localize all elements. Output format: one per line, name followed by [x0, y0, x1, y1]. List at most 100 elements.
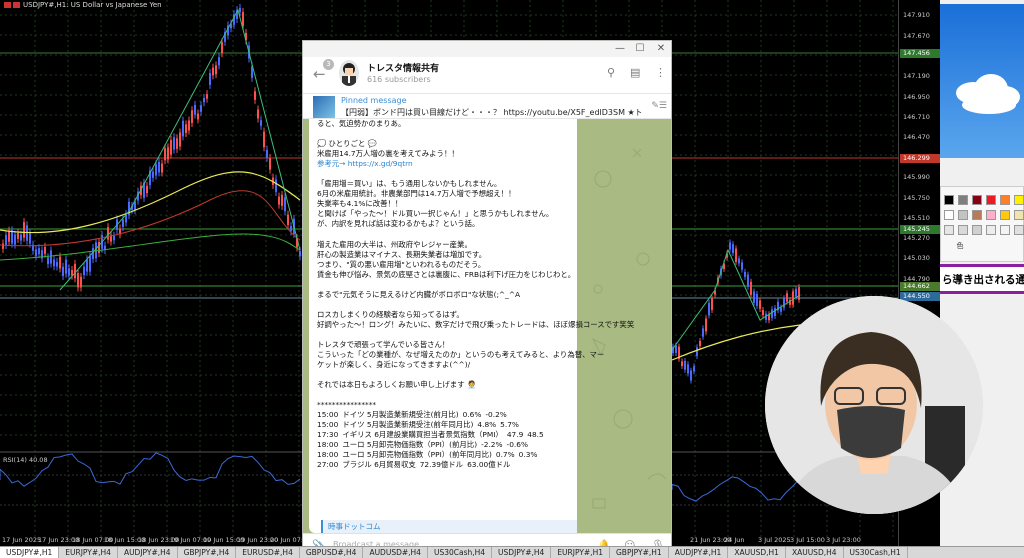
color-swatch[interactable] — [944, 195, 954, 205]
candle-body — [164, 148, 166, 161]
color-swatch[interactable] — [1000, 225, 1010, 235]
symbol-tab[interactable]: XAUUSD,H4 — [786, 547, 844, 558]
color-swatch[interactable] — [958, 210, 968, 220]
symbol-tab[interactable]: GBPJPY#,H1 — [610, 547, 669, 558]
candle-body — [738, 258, 740, 264]
candle-body — [690, 370, 692, 381]
candle-body — [278, 196, 280, 205]
symbol-tab[interactable]: AUDJPY#,H4 — [118, 547, 178, 558]
schedule-v2: 63.00億ドル — [467, 460, 511, 470]
message-body: ると、気迫勢かのまりあ。 💭 ひとりごと 💬 米雇用14.7万人増の裏を考えてみよ… — [317, 119, 634, 410]
palette-label: 色 — [956, 242, 964, 250]
date-label: 3 Jul 2025 — [758, 536, 791, 544]
color-swatch[interactable] — [1014, 225, 1024, 235]
color-swatch[interactable] — [972, 225, 982, 235]
symbol-tab[interactable]: EURJPY#,H1 — [551, 547, 610, 558]
telegram-window: — ☐ ✕ ← 3 トレスタ情報共有 616 subscribers ⚲ ▤ ⋮ — [302, 40, 672, 558]
color-swatch[interactable] — [1014, 210, 1024, 220]
message-line: ロスカしまくりの経験者なら知ってるはず。 — [317, 309, 464, 319]
color-swatch[interactable] — [958, 225, 968, 235]
message-line: と聞けば「やった〜！ドル買い一択じゃん！」と思うかもしれません。 — [317, 209, 554, 219]
color-swatch[interactable] — [944, 225, 954, 235]
schedule-time: 17:30 — [317, 430, 339, 440]
schedule-item: ドイツ 5月製造業新規受注(前年同月比) — [342, 420, 474, 430]
symbol-tab[interactable]: EURJPY#,H4 — [59, 547, 118, 558]
schedule-v2: 48.5 — [527, 430, 544, 440]
color-swatch[interactable] — [986, 195, 996, 205]
symbol-tab[interactable]: AUDUSD#,H4 — [363, 547, 428, 558]
date-label: 3 Jul 23:00 — [826, 536, 861, 544]
candle-body — [762, 309, 764, 316]
schedule-row: 15:00 ドイツ 5月製造業新規受注(前年同月比) 4.8% 5.7% — [317, 420, 571, 430]
more-menu-icon[interactable]: ⋮ — [655, 66, 666, 79]
maximize-icon[interactable]: ☐ — [633, 42, 647, 56]
close-icon[interactable]: ✕ — [654, 42, 668, 56]
message-line — [317, 129, 571, 139]
schedule-v2: -0.6% — [506, 440, 528, 450]
candle-body — [155, 164, 157, 176]
candle-body — [20, 234, 22, 241]
comments-icon[interactable]: ▤ — [630, 66, 640, 79]
message-line — [317, 280, 571, 290]
schedule-time: 27:00 — [317, 460, 339, 470]
symbol-tab[interactable]: USDJPY#,H4 — [492, 547, 552, 558]
message-line — [317, 370, 571, 380]
candle-body — [14, 234, 16, 245]
chat-area[interactable]: ると、気迫勢かのまりあ。 💭 ひとりごと 💬 米雇用14.7万人増の裏を考えてみよ… — [303, 119, 671, 533]
candle-body — [696, 347, 698, 357]
color-swatch[interactable] — [972, 195, 982, 205]
schedule-v1: 0.6% — [462, 410, 482, 420]
color-swatch[interactable] — [1014, 195, 1024, 205]
symbol-tab[interactable]: US30Cash,H4 — [428, 547, 493, 558]
channel-name: トレスタ情報共有 — [367, 64, 440, 74]
candle-body — [711, 298, 713, 310]
color-swatch[interactable] — [972, 210, 982, 220]
color-swatch[interactable] — [1000, 195, 1010, 205]
symbol-tab[interactable]: US30Cash,H1 — [844, 547, 908, 558]
color-swatch[interactable] — [1000, 210, 1010, 220]
candle-body — [705, 318, 707, 332]
color-swatch[interactable] — [958, 195, 968, 205]
candle-body — [68, 268, 70, 276]
window-titlebar: — ☐ ✕ — [303, 41, 671, 57]
message-line: が、内訳を見れば話は変わるかもよ？という話。 — [317, 219, 480, 229]
message-line: 増えた雇用の大半は、州政府やレジャー産業。 — [317, 239, 472, 249]
minimize-icon[interactable]: — — [613, 42, 627, 56]
candle-body — [38, 248, 40, 254]
message-bubble[interactable]: ると、気迫勢かのまりあ。 💭 ひとりごと 💬 米雇用14.7万人増の裏を考えてみよ… — [309, 119, 634, 533]
channel-avatar[interactable] — [339, 60, 359, 86]
candle-body — [290, 226, 292, 232]
message-line — [317, 390, 571, 400]
message-line: 肝心の製造業はマイナス、長期失業者は増加です。 — [317, 249, 487, 259]
candle-body — [170, 139, 172, 155]
candle-body — [699, 341, 701, 347]
link-preview[interactable]: 時事ドットコム — [321, 520, 577, 533]
schedule-time: 15:00 — [317, 420, 339, 430]
search-icon[interactable]: ⚲ — [607, 66, 615, 79]
symbol-tab[interactable]: XAUUSD,H1 — [728, 547, 786, 558]
schedule-row: 27:00 ブラジル 6月貿易収支 72.39億ドル 63.00億ドル — [317, 460, 571, 470]
unread-badge: 3 — [323, 59, 334, 70]
symbol-tab[interactable]: GBPUSD#,H4 — [300, 547, 364, 558]
candle-body — [5, 234, 7, 245]
candle-body — [684, 360, 686, 370]
schedule-v2: 5.7% — [500, 420, 519, 430]
color-swatch[interactable] — [986, 210, 996, 220]
candle-body — [221, 42, 223, 54]
channel-header[interactable]: ← 3 トレスタ情報共有 616 subscribers ⚲ ▤ ⋮ — [303, 57, 671, 93]
chart-title: USDJPY#,H1: US Dollar vs Japanese Yen — [4, 1, 162, 9]
candle-body — [152, 171, 154, 178]
candle-body — [197, 113, 199, 120]
symbol-tab[interactable]: GBPJPY#,H4 — [178, 547, 237, 558]
symbol-tab[interactable]: EURUSD#,H4 — [236, 547, 300, 558]
symbol-tab[interactable]: AUDJPY#,H1 — [669, 547, 729, 558]
symbol-tab[interactable]: USDJPY#,H1 — [0, 547, 60, 558]
screen: USDJPY#,H1: US Dollar vs Japanese Yen RS… — [0, 0, 1024, 558]
candle-body — [792, 291, 794, 305]
pin-list-icon[interactable]: ✎☰ — [651, 101, 667, 111]
color-swatch[interactable] — [944, 210, 954, 220]
schedule-row: 15:00 ドイツ 5月製造業新規受注(前月比) 0.6% -0.2% — [317, 410, 571, 420]
color-swatch[interactable] — [986, 225, 996, 235]
candle-body — [744, 271, 746, 277]
pinned-message-bar[interactable]: Pinned message 【円弱】ポンド円は買い目線だけど・・・？ http… — [303, 93, 671, 119]
